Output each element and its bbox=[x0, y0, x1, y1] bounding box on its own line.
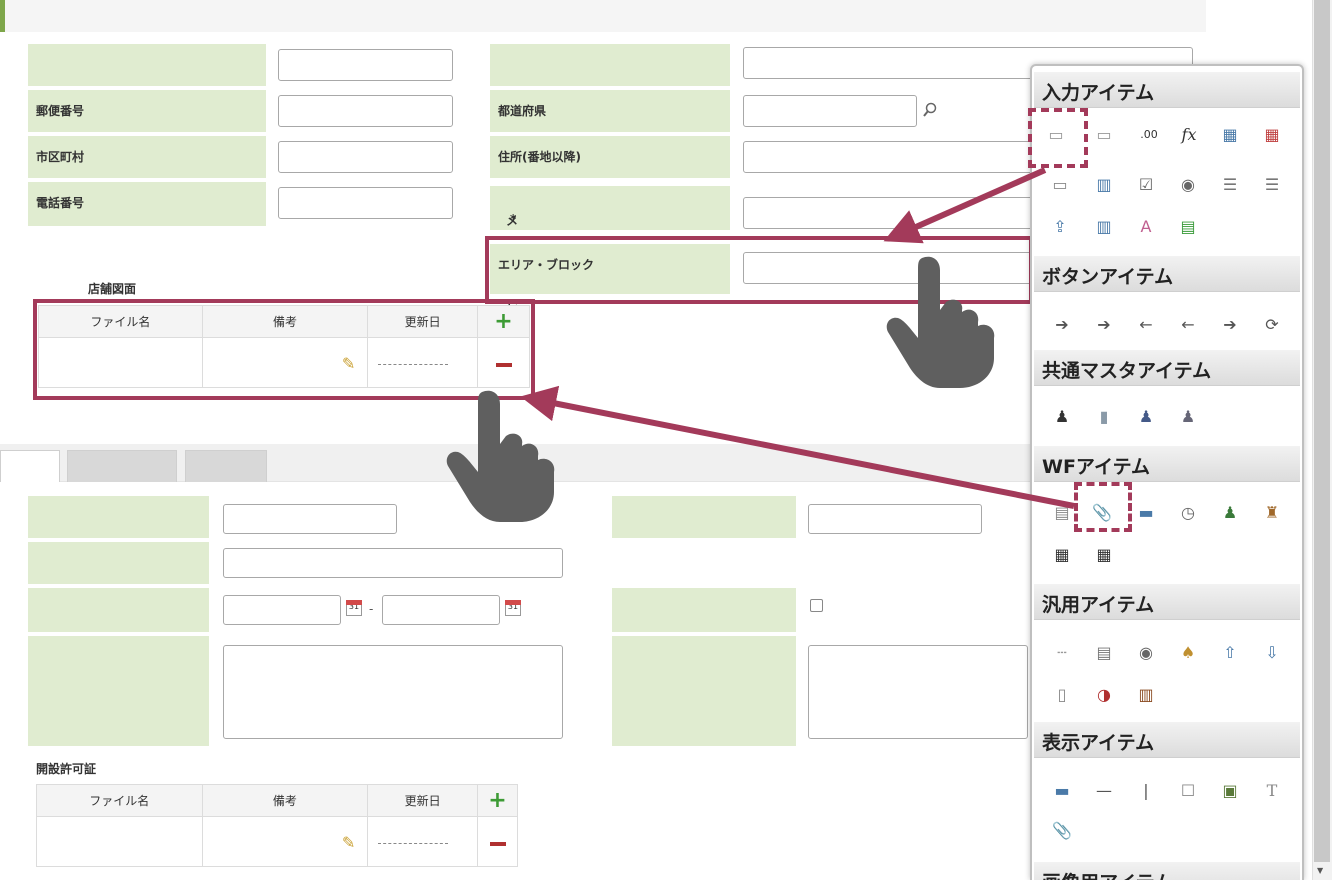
scroll-down-icon[interactable]: ▼ bbox=[1317, 866, 1323, 875]
pointer-hand-icon bbox=[886, 256, 995, 388]
pointer-hand-icon bbox=[446, 390, 555, 522]
arrow-to-area-block bbox=[883, 167, 1047, 244]
guide-arrows bbox=[520, 167, 1075, 509]
scrollbar-thumb[interactable] bbox=[1314, 0, 1330, 862]
arrow-to-table bbox=[520, 385, 1075, 509]
